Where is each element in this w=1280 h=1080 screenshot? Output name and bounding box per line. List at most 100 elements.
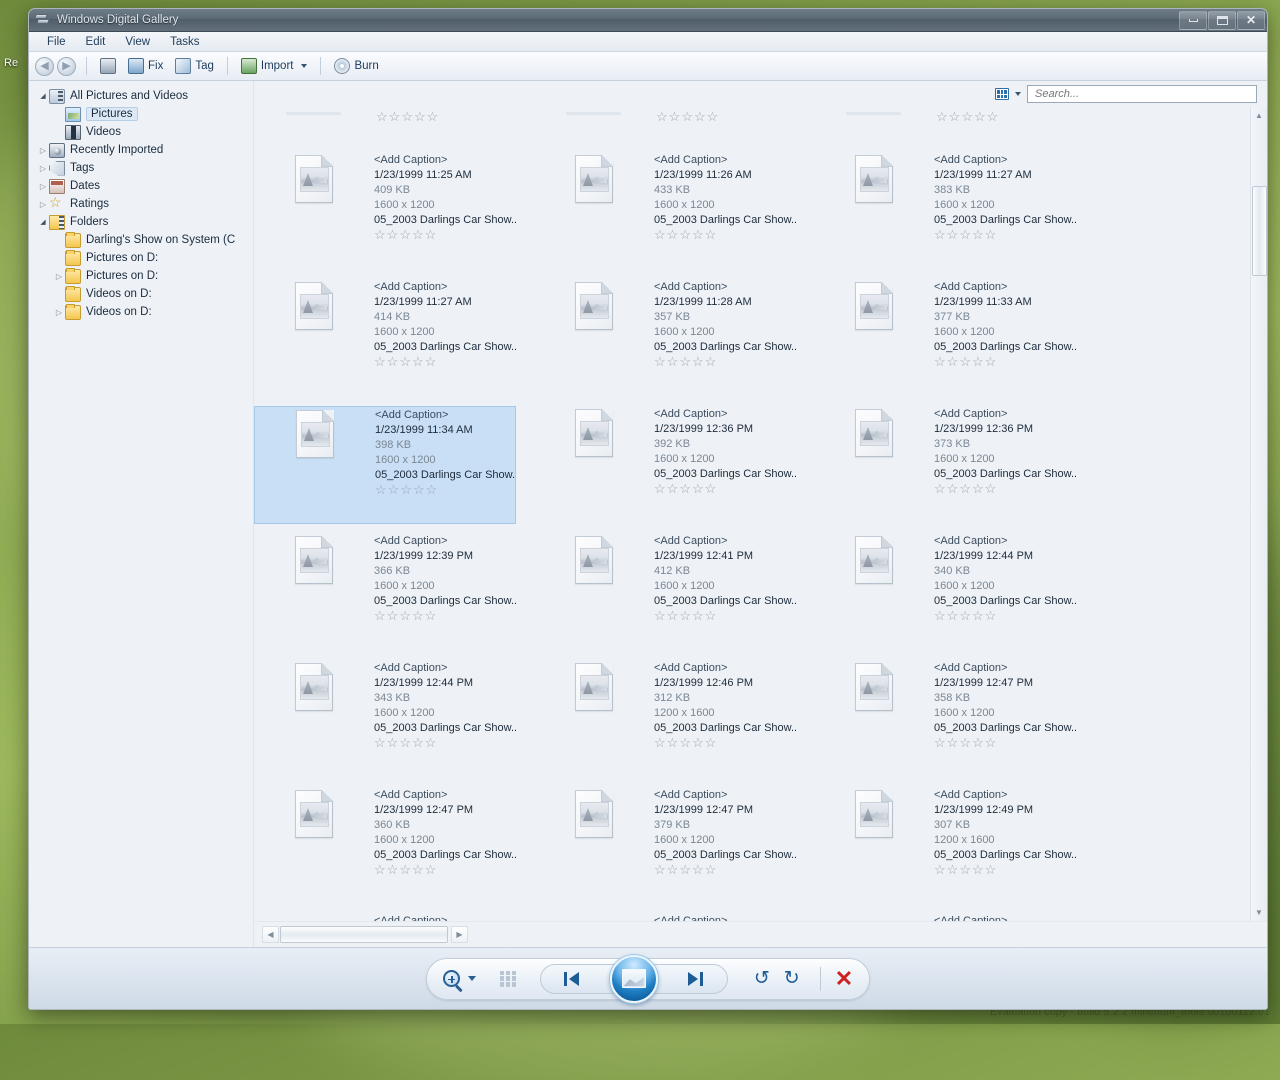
star-icon[interactable]: ☆ bbox=[692, 736, 704, 749]
item-caption[interactable]: <Add Caption> bbox=[934, 914, 1007, 921]
star-icon[interactable]: ☆ bbox=[972, 355, 984, 368]
scroll-down-button[interactable]: ▼ bbox=[1251, 904, 1268, 921]
rating-stars[interactable]: ☆ ☆ ☆ ☆ ☆ bbox=[936, 110, 998, 123]
gallery-item[interactable]: <Add Caption> 1/23/1999 12:44 PM 340 KB 160… bbox=[814, 533, 1076, 651]
fix-button[interactable]: Fix bbox=[122, 56, 169, 76]
star-icon[interactable]: ☆ bbox=[934, 482, 946, 495]
menu-edit[interactable]: Edit bbox=[76, 34, 116, 50]
rating-stars[interactable]: ☆ ☆ ☆ ☆ ☆ bbox=[934, 355, 1076, 368]
thumbnail[interactable] bbox=[534, 787, 654, 838]
star-icon[interactable]: ☆ bbox=[974, 110, 986, 123]
star-icon[interactable]: ☆ bbox=[972, 228, 984, 241]
rating-stars[interactable]: ☆ ☆ ☆ ☆ ☆ bbox=[654, 228, 796, 241]
gallery-item[interactable]: <Add Caption> 1/23/1999 12:44 PM 343 KB 160… bbox=[254, 660, 516, 778]
star-icon[interactable]: ☆ bbox=[667, 355, 679, 368]
star-icon[interactable]: ☆ bbox=[656, 110, 668, 123]
back-button[interactable]: ◀ bbox=[35, 56, 54, 76]
star-icon[interactable]: ☆ bbox=[427, 110, 439, 123]
star-icon[interactable]: ☆ bbox=[425, 355, 437, 368]
item-caption[interactable]: <Add Caption> bbox=[654, 407, 796, 422]
item-caption[interactable]: <Add Caption> bbox=[934, 661, 1076, 676]
restore-button[interactable] bbox=[1208, 10, 1236, 30]
item-caption[interactable]: <Add Caption> bbox=[934, 153, 1076, 168]
star-icon[interactable]: ☆ bbox=[388, 483, 400, 496]
rating-stars[interactable]: ☆ ☆ ☆ ☆ ☆ bbox=[656, 110, 718, 123]
star-icon[interactable]: ☆ bbox=[679, 863, 691, 876]
item-caption[interactable]: <Add Caption> bbox=[934, 534, 1076, 549]
rating-stars[interactable]: ☆ ☆ ☆ ☆ ☆ bbox=[934, 609, 1076, 622]
star-icon[interactable]: ☆ bbox=[949, 110, 961, 123]
star-icon[interactable]: ☆ bbox=[947, 355, 959, 368]
star-icon[interactable]: ☆ bbox=[972, 863, 984, 876]
item-caption[interactable]: <Add Caption> bbox=[374, 534, 516, 549]
star-icon[interactable]: ☆ bbox=[934, 228, 946, 241]
scroll-left-button[interactable]: ◀ bbox=[262, 926, 279, 943]
star-icon[interactable]: ☆ bbox=[401, 110, 413, 123]
item-caption[interactable]: <Add Caption> bbox=[374, 153, 516, 168]
star-icon[interactable]: ☆ bbox=[654, 482, 666, 495]
import-button[interactable]: Import bbox=[235, 56, 314, 76]
star-icon[interactable]: ☆ bbox=[400, 483, 412, 496]
next-button[interactable] bbox=[665, 965, 727, 993]
tag-button[interactable]: Tag bbox=[169, 56, 220, 76]
scroll-right-button[interactable]: ▶ bbox=[451, 926, 468, 943]
menu-tasks[interactable]: Tasks bbox=[160, 34, 209, 50]
star-icon[interactable]: ☆ bbox=[692, 228, 704, 241]
star-icon[interactable]: ☆ bbox=[934, 609, 946, 622]
item-caption[interactable]: <Add Caption> bbox=[375, 408, 515, 423]
twisty-open-icon[interactable] bbox=[37, 218, 49, 226]
star-icon[interactable]: ☆ bbox=[426, 483, 438, 496]
thumbnail[interactable] bbox=[254, 279, 374, 330]
star-icon[interactable]: ☆ bbox=[387, 609, 399, 622]
star-icon[interactable]: ☆ bbox=[387, 863, 399, 876]
item-caption[interactable]: <Add Caption> bbox=[374, 280, 516, 295]
star-icon[interactable]: ☆ bbox=[667, 736, 679, 749]
view-options-button[interactable] bbox=[995, 88, 1021, 100]
gallery-item[interactable]: <Add Caption> 1/23/1999 11:28 AM 357 KB 160… bbox=[534, 279, 796, 397]
star-icon[interactable]: ☆ bbox=[669, 110, 681, 123]
sidebar-item-dates[interactable]: Dates bbox=[37, 177, 253, 195]
twisty-closed-icon[interactable] bbox=[37, 164, 49, 173]
sidebar-item-folders[interactable]: Folders bbox=[37, 213, 253, 231]
star-icon[interactable]: ☆ bbox=[972, 736, 984, 749]
star-icon[interactable]: ☆ bbox=[399, 609, 411, 622]
gallery-item[interactable]: <Add Caption> 1/23/1999 12:36 PM 373 KB 160… bbox=[814, 406, 1076, 524]
thumbnail[interactable] bbox=[814, 787, 934, 838]
star-icon[interactable]: ☆ bbox=[694, 110, 706, 123]
star-icon[interactable]: ☆ bbox=[374, 863, 386, 876]
star-icon[interactable]: ☆ bbox=[414, 110, 426, 123]
star-icon[interactable]: ☆ bbox=[389, 110, 401, 123]
rating-stars[interactable]: ☆ ☆ ☆ ☆ ☆ bbox=[654, 863, 796, 876]
gallery-item[interactable]: <Add Caption> 1/23/1999 12:36 PM 392 KB 160… bbox=[534, 406, 796, 524]
star-icon[interactable]: ☆ bbox=[679, 736, 691, 749]
rating-stars[interactable]: ☆ ☆ ☆ ☆ ☆ bbox=[654, 482, 796, 495]
star-icon[interactable]: ☆ bbox=[399, 863, 411, 876]
thumbnail[interactable] bbox=[254, 152, 374, 203]
horizontal-scroll-thumb[interactable] bbox=[280, 926, 448, 943]
star-icon[interactable]: ☆ bbox=[667, 609, 679, 622]
twisty-closed-icon[interactable] bbox=[37, 200, 49, 209]
thumbnail[interactable] bbox=[534, 152, 654, 203]
previous-button[interactable] bbox=[541, 965, 603, 993]
star-icon[interactable]: ☆ bbox=[374, 736, 386, 749]
thumbnail[interactable] bbox=[255, 407, 375, 458]
forward-button[interactable]: ▶ bbox=[57, 56, 76, 76]
gallery-item[interactable]: <Add Caption> 1/23/1999 11:26 AM 433 KB 160… bbox=[534, 152, 796, 270]
star-icon[interactable]: ☆ bbox=[947, 482, 959, 495]
sidebar-item-pictures[interactable]: Pictures bbox=[37, 105, 253, 123]
gallery-item[interactable]: <Add Caption> 1/23/1999 11:25 AM 409 KB 160… bbox=[254, 152, 516, 270]
gallery-item[interactable]: <Add Caption> 1/23/1999 11:34 AM 398 KB 160… bbox=[254, 406, 516, 524]
star-icon[interactable]: ☆ bbox=[985, 736, 997, 749]
menu-file[interactable]: File bbox=[37, 34, 76, 50]
thumbnail-size-button[interactable] bbox=[499, 970, 516, 987]
star-icon[interactable]: ☆ bbox=[959, 609, 971, 622]
rating-stars[interactable]: ☆ ☆ ☆ ☆ ☆ bbox=[374, 355, 516, 368]
sidebar-item-recently-imported[interactable]: Recently Imported bbox=[37, 141, 253, 159]
star-icon[interactable]: ☆ bbox=[412, 736, 424, 749]
star-icon[interactable]: ☆ bbox=[692, 482, 704, 495]
star-icon[interactable]: ☆ bbox=[705, 482, 717, 495]
star-icon[interactable]: ☆ bbox=[692, 863, 704, 876]
star-icon[interactable]: ☆ bbox=[412, 228, 424, 241]
item-caption[interactable]: <Add Caption> bbox=[654, 661, 796, 676]
rating-stars[interactable]: ☆ ☆ ☆ ☆ ☆ bbox=[934, 736, 1076, 749]
